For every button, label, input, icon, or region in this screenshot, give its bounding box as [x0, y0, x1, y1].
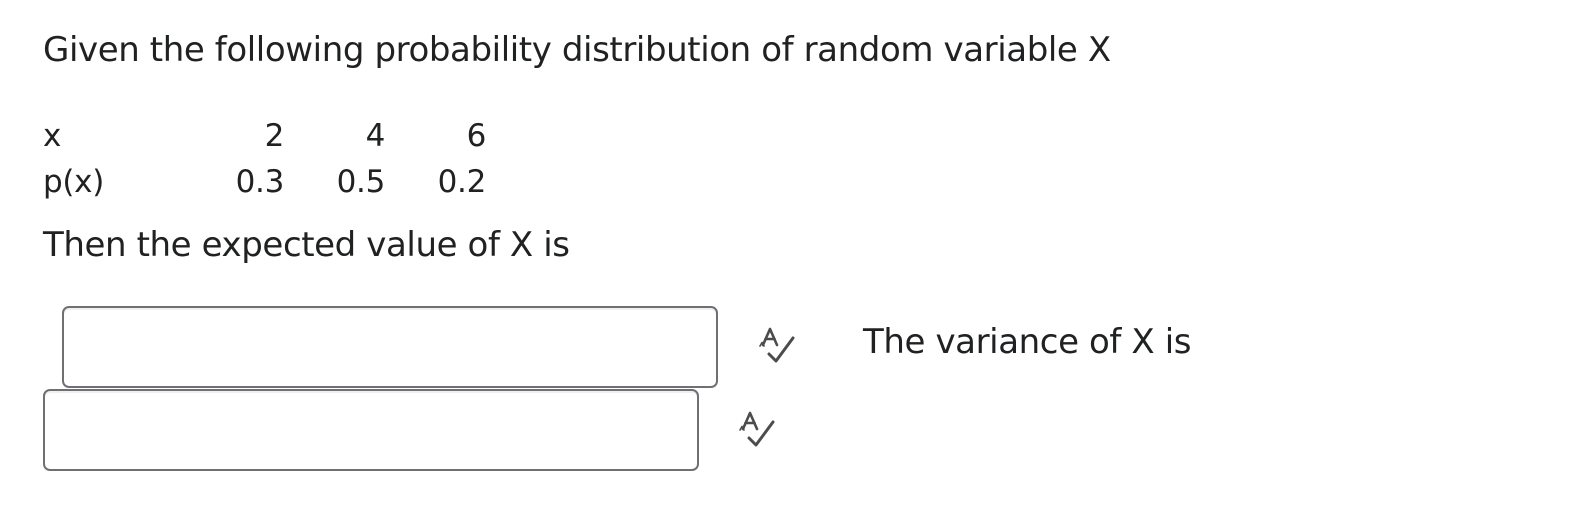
variance-prompt: The variance of X is	[863, 322, 1192, 362]
expected-value-input[interactable]	[62, 306, 718, 388]
table-cell: 0.5	[336, 164, 386, 200]
question-prompt: Given the following probability distribu…	[43, 30, 1111, 70]
row-label-px: p(x)	[43, 164, 105, 200]
probability-distribution-table: x 2 4 6 p(x) 0.3 0.5 0.2	[43, 113, 486, 205]
table-cell: 2	[264, 118, 285, 154]
table-cell: 0.3	[235, 164, 285, 200]
variance-input[interactable]	[43, 389, 699, 471]
spell-check-icon[interactable]	[737, 409, 777, 449]
expected-value-prompt: Then the expected value of X is	[43, 225, 570, 265]
spell-check-icon[interactable]	[757, 325, 797, 365]
table-row-px: p(x) 0.3 0.5 0.2	[43, 159, 486, 205]
table-cell: 6	[466, 118, 487, 154]
table-row-x: x 2 4 6	[43, 113, 486, 159]
row-label-x: x	[43, 118, 62, 154]
table-cell: 0.2	[437, 164, 487, 200]
table-cell: 4	[365, 118, 386, 154]
